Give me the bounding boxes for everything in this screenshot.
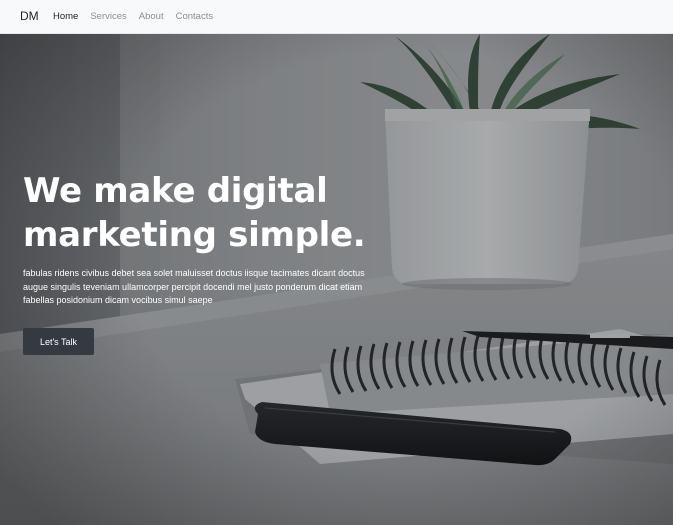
nav-link-home[interactable]: Home [53, 11, 78, 22]
hero-headline-line-2: marketing simple. [23, 215, 366, 255]
nav-link-services[interactable]: Services [90, 11, 126, 22]
nav-link-contacts[interactable]: Contacts [176, 11, 214, 22]
hero-section: We make digital marketing simple. fabula… [0, 34, 673, 525]
nav-link-about[interactable]: About [139, 11, 164, 22]
brand-logo[interactable]: DM [20, 9, 39, 23]
hero-description: fabulas ridens civibus debet sea solet m… [23, 268, 365, 305]
hero-headline-line-1: We make digital [23, 171, 328, 211]
nav-links: Home Services About Contacts [53, 11, 225, 22]
top-navbar: DM Home Services About Contacts [0, 0, 673, 34]
hero-headline: We make digital marketing simple. [23, 169, 443, 257]
lets-talk-button[interactable]: Let's Talk [23, 328, 94, 355]
